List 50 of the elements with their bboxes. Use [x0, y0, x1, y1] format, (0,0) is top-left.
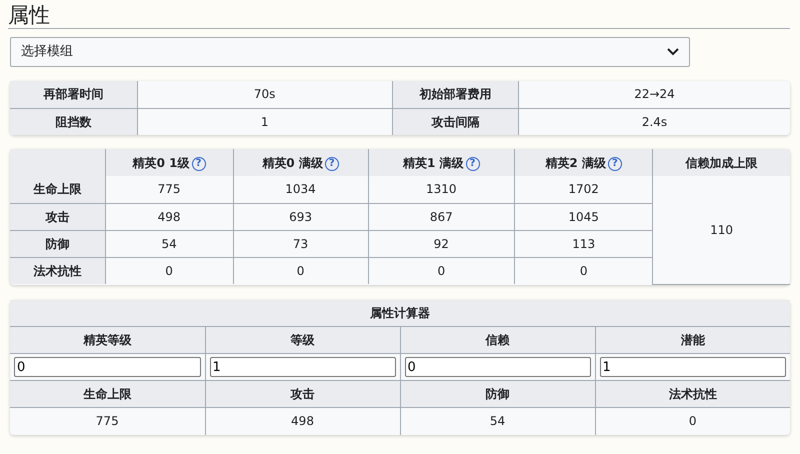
header-cell: 等级 — [205, 326, 400, 354]
table-cell: 70s — [137, 81, 392, 108]
page-heading: 属性 — [8, 0, 790, 29]
input-field[interactable]: 0 — [404, 357, 590, 377]
table-cell: 867 — [368, 203, 515, 230]
header-cell: 精英等级 — [10, 326, 205, 354]
table-title: 属性计算器 — [10, 300, 790, 326]
module-select[interactable]: 选择模组 — [10, 37, 690, 67]
table-cell: 0 — [514, 257, 653, 284]
header-cell: 信赖 — [400, 326, 595, 354]
table-cell: 54 — [105, 230, 234, 257]
input-field[interactable]: 0 — [14, 357, 200, 377]
table-cell: 0 — [595, 408, 790, 434]
header-cell: 攻击 — [205, 380, 400, 408]
header-cell: 法术抗性 — [595, 380, 790, 408]
header-cell: 攻击间隔 — [392, 108, 519, 135]
header-cell: 阻挡数 — [10, 108, 138, 135]
input-field[interactable]: 1 — [600, 357, 786, 377]
table-cell: 73 — [233, 230, 368, 257]
table-cell: 1702 — [514, 176, 653, 203]
table-cell: 2.4s — [518, 108, 790, 135]
header-cell: 防御 — [10, 230, 106, 257]
header-cell: 再部署时间 — [10, 81, 138, 108]
header-cell: 精英2 满级 — [545, 156, 606, 170]
table-cell: 498 — [105, 203, 234, 230]
table-cell: 1310 — [368, 176, 515, 203]
header-cell: 攻击 — [10, 203, 106, 230]
table-cell: 775 — [10, 408, 205, 434]
help-icon[interactable]: ? — [608, 156, 622, 170]
table-cell: 693 — [233, 203, 368, 230]
header-cell: 精英0 1级 — [132, 156, 190, 170]
header-cell: 生命上限 — [10, 176, 106, 203]
help-icon[interactable]: ? — [192, 156, 206, 170]
chevron-icon — [667, 48, 679, 56]
header-cell: 信赖加成上限 — [652, 149, 790, 176]
input-field[interactable]: 1 — [210, 357, 396, 377]
help-icon[interactable]: ? — [466, 156, 480, 170]
table-cell: 775 — [105, 176, 234, 203]
table-cell: 22→24 — [518, 81, 790, 108]
header-cell: 防御 — [400, 380, 595, 408]
table-cell: 110 — [652, 176, 790, 284]
table-cell: 92 — [368, 230, 515, 257]
header-cell: 精英0 满级 — [262, 156, 323, 170]
header-cell: 初始部署费用 — [392, 81, 519, 108]
table-cell: 1034 — [233, 176, 368, 203]
header-cell: 精英1 满级 — [403, 156, 464, 170]
help-icon[interactable]: ? — [324, 156, 339, 170]
header-cell: 潜能 — [595, 326, 790, 354]
header-cell: 生命上限 — [10, 380, 205, 408]
header-cell: 法术抗性 — [10, 257, 106, 284]
